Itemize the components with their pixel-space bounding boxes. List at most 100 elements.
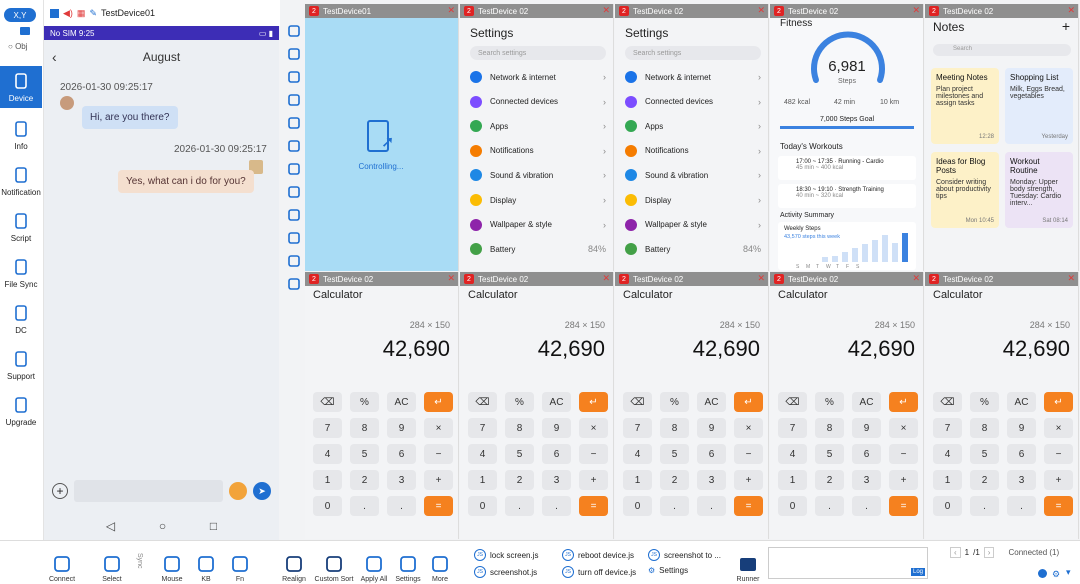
calc-key[interactable]: =: [579, 496, 608, 516]
settings-icon[interactable]: ⚙: [1052, 569, 1060, 580]
settings-item[interactable]: Wallpaper & style ›: [470, 216, 606, 234]
close-icon[interactable]: ✕: [447, 5, 455, 16]
calc-key[interactable]: .: [505, 496, 534, 516]
close-icon[interactable]: ✕: [912, 273, 920, 284]
tile-calculator[interactable]: 2 TestDevice 02 ✕ Calculator 284 × 150 42,690…: [305, 272, 459, 539]
settings-item[interactable]: Apps ›: [470, 117, 606, 135]
settings-item[interactable]: Battery 84%: [625, 240, 761, 258]
sound-icon[interactable]: ◀): [63, 8, 73, 19]
prev-page-icon[interactable]: ‹: [950, 547, 961, 558]
calc-key[interactable]: 3: [852, 470, 881, 490]
sliders-icon[interactable]: [287, 231, 301, 245]
calc-key[interactable]: ⌫: [313, 392, 342, 412]
settings-search-input[interactable]: Search settings: [470, 46, 606, 60]
tile-header[interactable]: 2 TestDevice 02 ✕: [615, 272, 768, 286]
note-card[interactable]: Shopping List Milk, Eggs Bread, vegetable…: [1005, 68, 1073, 144]
send-icon[interactable]: ➤: [253, 482, 271, 500]
calc-key[interactable]: 4: [468, 444, 497, 464]
tile-header[interactable]: 2 TestDevice 02 ✕: [770, 272, 923, 286]
calc-key[interactable]: ↵: [1044, 392, 1073, 412]
calc-key[interactable]: 0: [313, 496, 342, 516]
calc-key[interactable]: 9: [1007, 418, 1036, 438]
calc-key[interactable]: 6: [1007, 444, 1036, 464]
nav-home-icon[interactable]: ○: [159, 519, 166, 533]
calc-key[interactable]: ⌫: [778, 392, 807, 412]
settings-item[interactable]: Connected devices ›: [470, 93, 606, 111]
close-icon[interactable]: ✕: [447, 273, 455, 284]
script-settings[interactable]: ⚙ Settings: [648, 566, 688, 575]
calc-key[interactable]: .: [697, 496, 726, 516]
calc-key[interactable]: +: [734, 470, 763, 490]
calc-key[interactable]: 3: [542, 470, 571, 490]
calc-key[interactable]: 6: [542, 444, 571, 464]
calc-key[interactable]: 4: [778, 444, 807, 464]
calc-key[interactable]: AC: [1007, 392, 1036, 412]
calc-key[interactable]: −: [1044, 444, 1073, 464]
calc-key[interactable]: ×: [579, 418, 608, 438]
calc-key[interactable]: AC: [697, 392, 726, 412]
calc-key[interactable]: %: [505, 392, 534, 412]
tile-settings[interactable]: 2 TestDevice 02 ✕ Settings Search settings Ne…: [460, 4, 614, 271]
layout-icon[interactable]: [287, 116, 301, 130]
calc-key[interactable]: .: [350, 496, 379, 516]
script-item[interactable]: JS screenshot.js: [474, 566, 537, 578]
settings-item[interactable]: Display ›: [625, 191, 761, 209]
calc-key[interactable]: ↵: [734, 392, 763, 412]
monitor-icon[interactable]: [287, 208, 301, 222]
sidebar-item-device[interactable]: Device: [0, 66, 42, 108]
settings-item[interactable]: Connected devices ›: [625, 93, 761, 111]
settings-item[interactable]: Network & internet ›: [625, 68, 761, 86]
screen-icon[interactable]: [287, 93, 301, 107]
tile-header[interactable]: 2 TestDevice 02 ✕: [770, 4, 923, 18]
tile-header[interactable]: 2 TestDevice 02 ✕: [615, 4, 768, 18]
back-icon[interactable]: ‹: [52, 49, 57, 65]
tile-header[interactable]: 2 TestDevice 02 ✕: [460, 272, 613, 286]
calc-key[interactable]: +: [424, 470, 453, 490]
calc-key[interactable]: AC: [542, 392, 571, 412]
calc-key[interactable]: =: [734, 496, 763, 516]
calc-key[interactable]: 7: [468, 418, 497, 438]
settings-item[interactable]: Display ›: [470, 191, 606, 209]
calc-key[interactable]: 1: [623, 470, 652, 490]
add-icon[interactable]: +: [52, 483, 68, 499]
note-card[interactable]: Ideas for Blog Posts Consider writing abo…: [931, 152, 999, 228]
calc-key[interactable]: −: [889, 444, 918, 464]
sidebar-item-support[interactable]: Support: [0, 344, 42, 386]
tile-fitness[interactable]: 2 TestDevice 02 ✕ Fitness 6,981 Steps 482 kcal…: [770, 4, 924, 271]
script-item[interactable]: JS screenshot to ...: [648, 549, 721, 561]
calc-key[interactable]: ×: [424, 418, 453, 438]
calc-key[interactable]: +: [579, 470, 608, 490]
sidebar-item-script[interactable]: Script: [0, 206, 42, 248]
calc-key[interactable]: +: [1044, 470, 1073, 490]
calc-key[interactable]: ×: [734, 418, 763, 438]
info-icon[interactable]: [287, 47, 301, 61]
calc-key[interactable]: AC: [387, 392, 416, 412]
calc-key[interactable]: 4: [623, 444, 652, 464]
tile-calculator[interactable]: 2 TestDevice 02 ✕ Calculator 284 × 150 42,690…: [615, 272, 769, 539]
workout-item[interactable]: 17:00 ~ 17:35 · Running - Cardio 45 min ~…: [778, 156, 916, 180]
calc-key[interactable]: 6: [852, 444, 881, 464]
calc-key[interactable]: 6: [387, 444, 416, 464]
calc-key[interactable]: −: [579, 444, 608, 464]
script-item[interactable]: JS turn off device.js: [562, 566, 636, 578]
notes-search-input[interactable]: Search: [933, 44, 1071, 56]
calc-key[interactable]: 1: [313, 470, 342, 490]
calc-key[interactable]: .: [852, 496, 881, 516]
close-icon[interactable]: ✕: [1067, 273, 1075, 284]
calc-key[interactable]: ⌫: [623, 392, 652, 412]
calc-key[interactable]: =: [889, 496, 918, 516]
calc-key[interactable]: 8: [660, 418, 689, 438]
calc-key[interactable]: −: [424, 444, 453, 464]
note-card[interactable]: Workout Routine Monday: Upper body streng…: [1005, 152, 1073, 228]
calc-key[interactable]: 2: [660, 470, 689, 490]
fn-button[interactable]: Fn: [220, 545, 260, 583]
calc-key[interactable]: 7: [623, 418, 652, 438]
log-panel[interactable]: Log: [768, 547, 928, 579]
calc-key[interactable]: =: [424, 496, 453, 516]
nav-recents-icon[interactable]: □: [210, 519, 217, 533]
calc-key[interactable]: =: [1044, 496, 1073, 516]
calc-key[interactable]: 0: [623, 496, 652, 516]
calc-key[interactable]: 1: [933, 470, 962, 490]
calc-key[interactable]: 8: [350, 418, 379, 438]
calc-key[interactable]: 7: [778, 418, 807, 438]
